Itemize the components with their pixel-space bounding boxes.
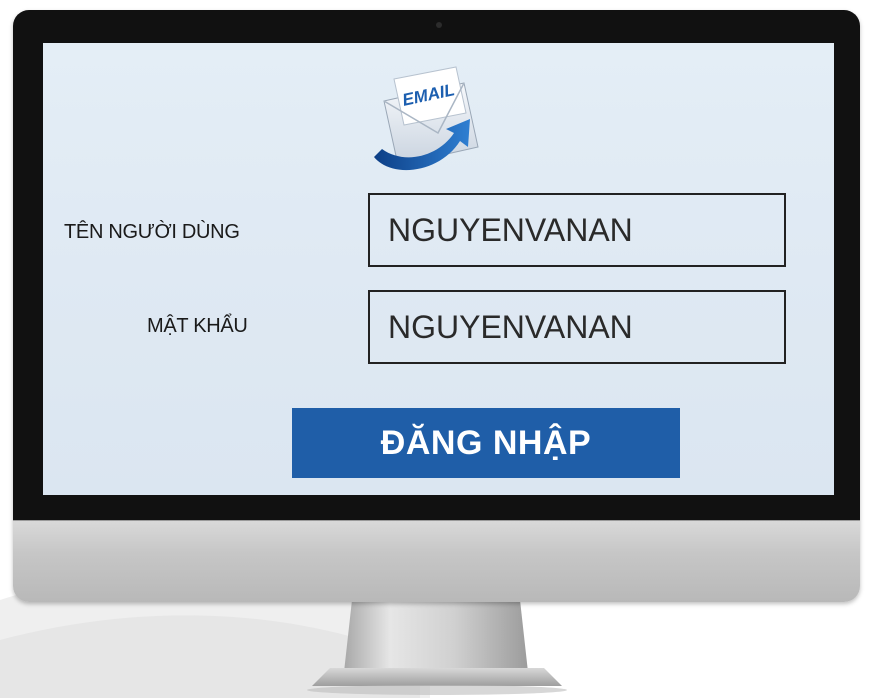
- username-field[interactable]: NGUYENVANAN: [368, 193, 786, 267]
- password-label: MẬT KHẨU: [147, 315, 248, 337]
- email-envelope-icon: EMAIL: [374, 66, 479, 171]
- monitor-bezel: EMAIL TÊN NGƯỜI DÙNG NGUYENVANAN MẬT KHẨ…: [13, 10, 860, 520]
- login-button[interactable]: ĐĂNG NHẬP: [292, 408, 680, 478]
- monitor: EMAIL TÊN NGƯỜI DÙNG NGUYENVANAN MẬT KHẨ…: [13, 10, 860, 602]
- username-label: TÊN NGƯỜI DÙNG: [64, 221, 240, 243]
- login-screen: EMAIL TÊN NGƯỜI DÙNG NGUYENVANAN MẬT KHẨ…: [43, 43, 834, 495]
- monitor-chin: [13, 520, 860, 602]
- password-field[interactable]: NGUYENVANAN: [368, 290, 786, 364]
- stage: EMAIL TÊN NGƯỜI DÙNG NGUYENVANAN MẬT KHẨ…: [0, 0, 871, 698]
- camera-dot: [436, 22, 442, 28]
